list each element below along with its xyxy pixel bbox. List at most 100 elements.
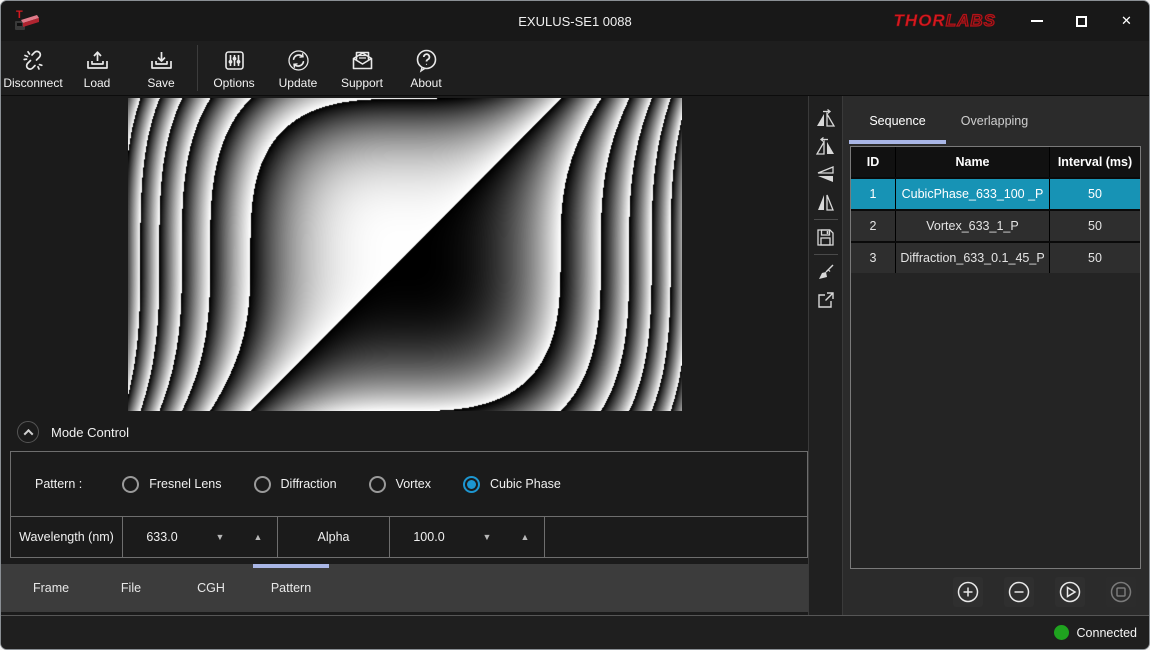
toolbar-separator [197,45,198,91]
load-label: Load [84,76,111,90]
radio-circle-selected-icon [463,476,480,493]
alpha-value[interactable]: 100.0 [390,530,468,544]
parameter-row-spacer [545,517,807,557]
svg-text:T: T [16,9,23,21]
flip-rotate-cw-button[interactable] [812,104,840,132]
flip-rotate-ccw-icon [815,136,836,157]
tab-overlapping-label: Overlapping [961,114,1028,128]
alpha-increase-button[interactable]: ▲ [506,532,544,542]
tab-file[interactable]: File [91,564,171,612]
options-button[interactable]: Options [202,41,266,95]
clear-button[interactable] [812,258,840,286]
tab-cgh[interactable]: CGH [171,564,251,612]
tab-pattern[interactable]: Pattern [251,564,331,612]
main-content: Mode Control Pattern : Fresnel Lens Diff… [1,96,1149,615]
flip-rotate-ccw-button[interactable] [812,132,840,160]
column-header-name: Name [896,147,1050,177]
tab-sequence[interactable]: Sequence [849,96,946,146]
upload-tray-icon [84,47,111,74]
alpha-decrease-button[interactable]: ▼ [468,532,506,542]
tab-overlapping[interactable]: Overlapping [946,96,1043,146]
about-button[interactable]: About [394,41,458,95]
maximize-button[interactable] [1059,1,1104,41]
connection-status-icon [1054,625,1069,640]
save-pattern-button[interactable] [812,223,840,251]
radio-circle-icon [254,476,271,493]
column-header-id: ID [851,147,896,177]
app-window: T EXULUS-SE1 0088 THORLABS ✕ Disconnect [0,0,1150,650]
mail-icon [349,47,376,74]
alpha-spinner: 100.0 ▼ ▲ [390,517,545,557]
wavelength-increase-button[interactable]: ▲ [239,532,277,542]
maximize-icon [1076,16,1087,27]
radio-label: Diffraction [281,477,337,491]
pattern-label: Pattern : [35,477,82,491]
alpha-label: Alpha [278,517,390,557]
mode-control-header: Mode Control [1,417,808,447]
thorlabs-logo: THORLABS [894,11,996,31]
strip-separator [814,219,838,220]
row-id: 2 [851,211,896,241]
stop-sequence-button[interactable] [1106,577,1136,607]
radio-vortex[interactable]: Vortex [369,476,431,493]
sequence-tab-bar: Sequence Overlapping [843,96,1149,146]
pattern-radio-row: Pattern : Fresnel Lens Diffraction Vorte… [11,452,807,516]
sequence-table: ID Name Interval (ms) 1 CubicPhase_633_1… [850,146,1141,569]
close-button[interactable]: ✕ [1104,1,1149,41]
minimize-icon [1031,20,1043,22]
collapse-button[interactable] [17,421,39,443]
refresh-icon [285,47,312,74]
disconnect-button[interactable]: Disconnect [1,41,65,95]
flip-rotate-cw-icon [815,108,836,129]
wavelength-decrease-button[interactable]: ▼ [201,532,239,542]
about-label: About [410,76,441,90]
status-bar: Connected [1,615,1149,649]
row-id: 1 [851,179,896,209]
wavelength-value[interactable]: 633.0 [123,530,201,544]
tab-cgh-label: CGH [197,581,225,595]
save-floppy-icon [815,227,836,248]
pattern-viewport [1,96,808,411]
tab-sequence-label: Sequence [869,114,925,128]
sequence-controls [843,569,1149,615]
play-sequence-button[interactable] [1055,577,1085,607]
update-button[interactable]: Update [266,41,330,95]
tab-frame[interactable]: Frame [11,564,91,612]
radio-label: Cubic Phase [490,477,561,491]
support-button[interactable]: Support [330,41,394,95]
phase-pattern-canvas [128,98,682,411]
sequence-panel: Sequence Overlapping ID Name Interval (m… [843,96,1149,615]
pattern-workspace: Mode Control Pattern : Fresnel Lens Diff… [1,96,808,615]
save-label: Save [147,76,174,90]
options-label: Options [213,76,254,90]
add-item-button[interactable] [953,577,983,607]
mode-control-title: Mode Control [51,425,129,440]
row-name: CubicPhase_633_100 _P [896,179,1050,209]
radio-cubic-phase[interactable]: Cubic Phase [463,476,561,493]
wavelength-label: Wavelength (nm) [11,517,123,557]
minimize-button[interactable] [1014,1,1059,41]
radio-fresnel-lens[interactable]: Fresnel Lens [122,476,221,493]
row-interval: 50 [1050,179,1140,209]
chevron-up-icon [23,428,33,438]
connection-status-text: Connected [1077,626,1137,640]
flip-horizontal-button[interactable] [812,188,840,216]
app-logo-icon: T [11,6,41,36]
flip-horizontal-icon [815,192,836,213]
export-window-icon [815,290,836,311]
bottom-tab-bar: Frame File CGH Pattern [1,564,808,612]
table-row[interactable]: 1 CubicPhase_633_100 _P 50 [851,177,1140,209]
save-button[interactable]: Save [129,41,193,95]
row-interval: 50 [1050,243,1140,273]
table-row[interactable]: 2 Vortex_633_1_P 50 [851,209,1140,241]
broom-clear-icon [815,262,836,283]
mode-control-panel: Pattern : Fresnel Lens Diffraction Vorte… [10,451,808,558]
update-label: Update [279,76,318,90]
radio-diffraction[interactable]: Diffraction [254,476,337,493]
flip-vertical-button[interactable] [812,160,840,188]
remove-item-button[interactable] [1004,577,1034,607]
table-row[interactable]: 3 Diffraction_633_0.1_45_P 50 [851,241,1140,273]
load-button[interactable]: Load [65,41,129,95]
support-label: Support [341,76,383,90]
export-button[interactable] [812,286,840,314]
